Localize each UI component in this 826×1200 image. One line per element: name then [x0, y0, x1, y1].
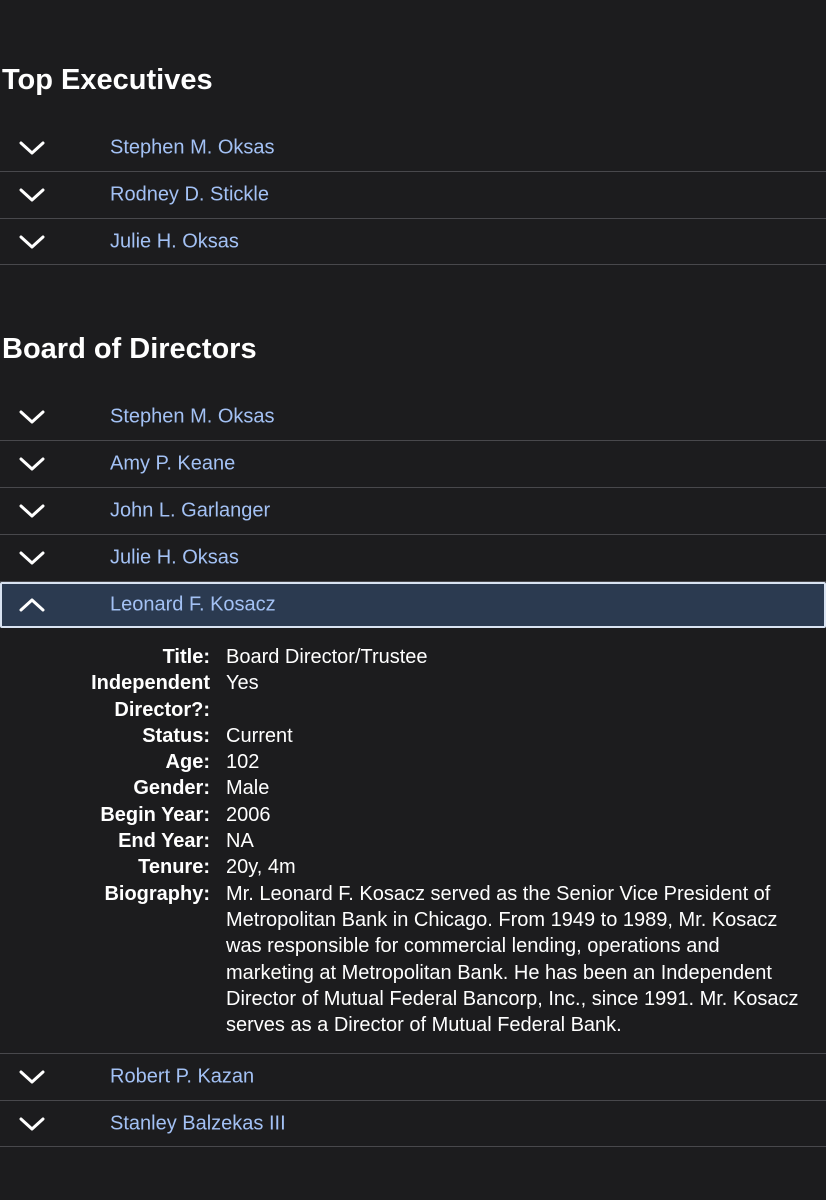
detail-value: 102: [226, 751, 260, 774]
director-row-robert-kazan[interactable]: Robert P. Kazan: [0, 1054, 826, 1101]
detail-label: Age:: [165, 751, 210, 774]
detail-row-begin-year: Begin Year: 2006: [0, 802, 826, 828]
director-name: Julie H. Oksas: [110, 546, 239, 569]
director-row-leonard-kosacz[interactable]: Leonard F. Kosacz: [0, 582, 826, 628]
director-row-stanley-balzekas[interactable]: Stanley Balzekas III: [0, 1101, 826, 1147]
biography-text: Mr. Leonard F. Kosacz served as the Seni…: [226, 882, 799, 1037]
director-name: Stephen M. Oksas: [110, 405, 275, 428]
director-row-stephen-oksas[interactable]: Stephen M. Oksas: [0, 394, 826, 441]
chevron-up-icon: [19, 598, 45, 612]
executive-row-rodney-stickle[interactable]: Rodney D. Stickle: [0, 172, 826, 219]
detail-value: Board Director/Trustee: [226, 646, 428, 668]
executive-name: Julie H. Oksas: [110, 230, 239, 252]
detail-value: Male: [226, 777, 270, 800]
chevron-down-icon: [19, 504, 45, 518]
detail-row-status: Status: Current: [0, 723, 826, 749]
detail-label: End Year:: [118, 830, 210, 853]
director-details-panel: Title: Board Director/Trustee Independen…: [0, 628, 826, 1054]
executive-name: Stephen M. Oksas: [110, 136, 275, 159]
chevron-down-icon: [19, 235, 45, 248]
detail-label: Gender:: [133, 777, 210, 800]
director-name: Leonard F. Kosacz: [110, 593, 276, 616]
chevron-down-icon: [19, 1117, 45, 1130]
detail-label: Tenure:: [138, 856, 210, 879]
detail-value: Yes: [226, 672, 259, 695]
detail-label: Independent Director?:: [91, 672, 210, 721]
executive-row-julie-oksas[interactable]: Julie H. Oksas: [0, 219, 826, 265]
chevron-down-icon: [19, 1070, 45, 1084]
detail-value: Current: [226, 724, 293, 747]
top-executives-heading: Top Executives: [2, 64, 213, 96]
director-row-john-garlanger[interactable]: John L. Garlanger: [0, 488, 826, 535]
director-row-julie-oksas[interactable]: Julie H. Oksas: [0, 535, 826, 582]
director-name: Stanley Balzekas III: [110, 1112, 286, 1134]
detail-row-biography: Biography: Mr. Leonard F. Kosacz served …: [0, 881, 826, 1039]
detail-label: Title:: [162, 646, 210, 668]
detail-row-title: Title: Board Director/Trustee: [0, 644, 826, 670]
chevron-down-icon: [19, 410, 45, 424]
top-executives-list: Stephen M. Oksas Rodney D. Stickle Julie…: [0, 125, 826, 265]
detail-row-tenure: Tenure: 20y, 4m: [0, 854, 826, 880]
director-name: Robert P. Kazan: [110, 1065, 255, 1088]
board-of-directors-heading: Board of Directors: [2, 333, 257, 365]
board-list: Stephen M. Oksas Amy P. Keane John L. Ga…: [0, 394, 826, 1147]
director-row-amy-keane[interactable]: Amy P. Keane: [0, 441, 826, 488]
chevron-down-icon: [19, 141, 45, 155]
detail-value: 20y, 4m: [226, 856, 296, 879]
executive-row-stephen-oksas[interactable]: Stephen M. Oksas: [0, 125, 826, 172]
director-name: Amy P. Keane: [110, 452, 236, 475]
director-name: John L. Garlanger: [110, 499, 271, 522]
detail-value: NA: [226, 830, 254, 853]
detail-row-independent: Independent Director?: Yes: [0, 670, 826, 723]
chevron-down-icon: [19, 188, 45, 202]
detail-value: 2006: [226, 803, 271, 826]
chevron-down-icon: [19, 551, 45, 565]
detail-label: Begin Year:: [100, 803, 210, 826]
chevron-down-icon: [19, 457, 45, 471]
detail-row-end-year: End Year: NA: [0, 828, 826, 854]
detail-label: Status:: [142, 724, 210, 747]
executive-name: Rodney D. Stickle: [110, 183, 269, 206]
detail-row-gender: Gender: Male: [0, 775, 826, 801]
detail-label: Biography:: [104, 882, 210, 905]
detail-row-age: Age: 102: [0, 749, 826, 775]
